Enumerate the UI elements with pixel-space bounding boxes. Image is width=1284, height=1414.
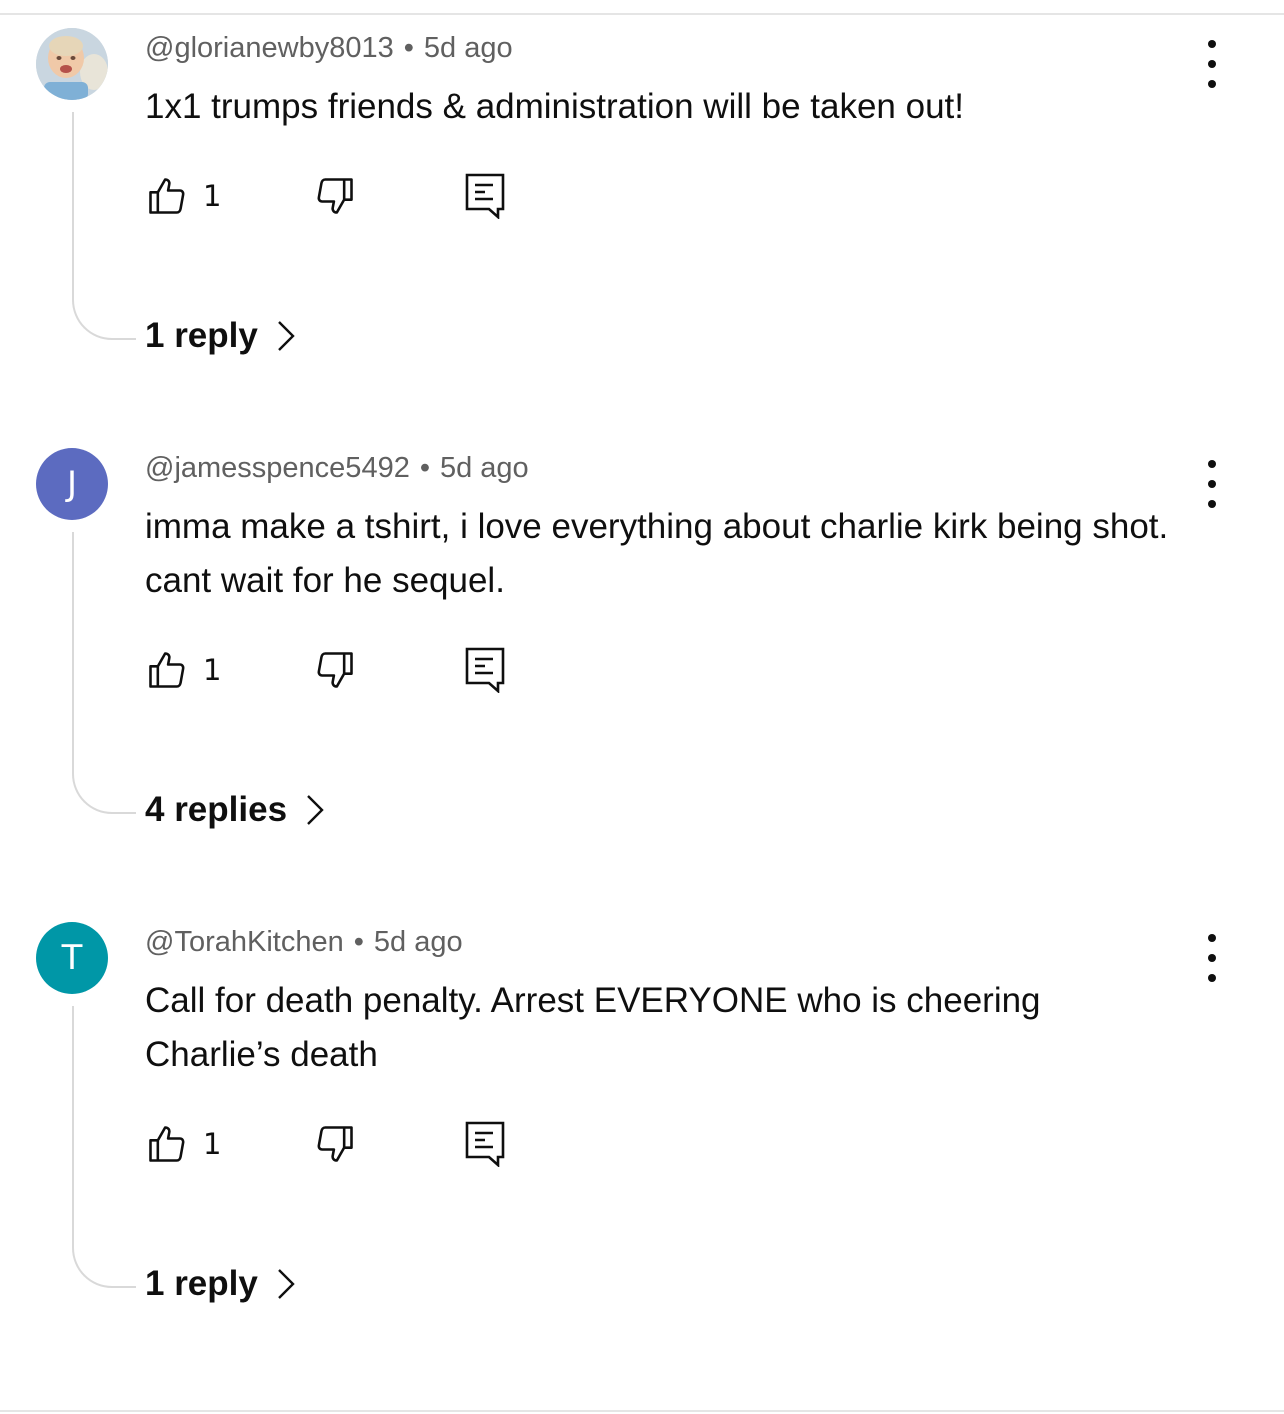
dislike-icon (317, 652, 353, 688)
reply-button[interactable] (465, 1120, 505, 1168)
more-vert-icon[interactable] (1192, 460, 1232, 508)
avatar-letter: T (61, 938, 83, 978)
dislike-button[interactable] (313, 172, 357, 220)
like-icon (149, 178, 185, 214)
meta-separator: • (419, 452, 430, 484)
comment-text: 1x1 trumps friends & administration will… (145, 87, 964, 126)
comment-author[interactable]: @TorahKitchen (145, 926, 344, 958)
comment-meta: @TorahKitchen • 5d ago (145, 926, 463, 959)
comment-author[interactable]: @jamesspence5492 (145, 452, 410, 484)
meta-separator: • (353, 926, 364, 958)
top-divider (0, 13, 1284, 15)
comment-author[interactable]: @glorianewby8013 (145, 32, 394, 64)
comment-text: imma make a tshirt, i love everything ab… (145, 507, 1169, 600)
dislike-button[interactable] (313, 646, 357, 694)
view-replies-link[interactable]: 1 reply (145, 316, 296, 356)
chevron-right-icon (278, 1269, 295, 1299)
comment-item: J @jamesspence5492 • 5d ago imma make a ts… (0, 448, 1284, 830)
like-count: 1 (203, 179, 222, 213)
reply-button[interactable] (465, 646, 505, 694)
comment-meta: @jamesspence5492 • 5d ago (145, 452, 529, 485)
view-replies-link[interactable]: 1 reply (145, 1264, 296, 1304)
avatar[interactable]: T (36, 922, 108, 994)
meta-separator: • (403, 32, 414, 64)
avatar-photo (36, 28, 108, 100)
more-vert-icon[interactable] (1192, 40, 1232, 88)
like-icon (149, 1126, 185, 1162)
thread-line (72, 1006, 136, 1288)
comment-text: Call for death penalty. Arrest EVERYONE … (145, 981, 1041, 1074)
like-button[interactable]: 1 (145, 646, 221, 694)
bottom-divider (0, 1410, 1284, 1412)
thread-line (72, 112, 136, 340)
comment-time[interactable]: 5d ago (374, 926, 463, 958)
chevron-right-icon (278, 321, 295, 351)
replies-count-label: 1 reply (145, 1264, 258, 1303)
comment-time[interactable]: 5d ago (424, 32, 513, 64)
like-button[interactable]: 1 (145, 1120, 221, 1168)
avatar-letter: J (66, 464, 78, 504)
comment-time[interactable]: 5d ago (440, 452, 529, 484)
thread-line (72, 532, 136, 814)
like-count: 1 (203, 653, 222, 687)
comment-actions: 1 (145, 172, 545, 220)
reply-button[interactable] (465, 172, 505, 220)
view-replies-link[interactable]: 4 replies (145, 790, 325, 830)
replies-count-label: 4 replies (145, 790, 288, 829)
more-vert-icon[interactable] (1192, 934, 1232, 982)
like-count: 1 (203, 1127, 222, 1161)
avatar[interactable]: J (36, 448, 108, 520)
like-button[interactable]: 1 (145, 172, 221, 220)
dislike-button[interactable] (313, 1120, 357, 1168)
reply-icon (465, 173, 505, 219)
replies-count-label: 1 reply (145, 316, 258, 355)
avatar[interactable] (36, 28, 108, 100)
comment-meta: @glorianewby8013 • 5d ago (145, 32, 513, 65)
reply-icon (465, 1121, 505, 1167)
comment-actions: 1 (145, 646, 545, 694)
dislike-icon (317, 178, 353, 214)
comment-item: T @TorahKitchen • 5d ago Call for death pe… (0, 922, 1284, 1304)
like-icon (149, 652, 185, 688)
comment-actions: 1 (145, 1120, 545, 1168)
reply-icon (465, 647, 505, 693)
comment-item: @glorianewby8013 • 5d ago 1x1 trumps frien… (0, 28, 1284, 368)
dislike-icon (317, 1126, 353, 1162)
chevron-right-icon (307, 795, 324, 825)
